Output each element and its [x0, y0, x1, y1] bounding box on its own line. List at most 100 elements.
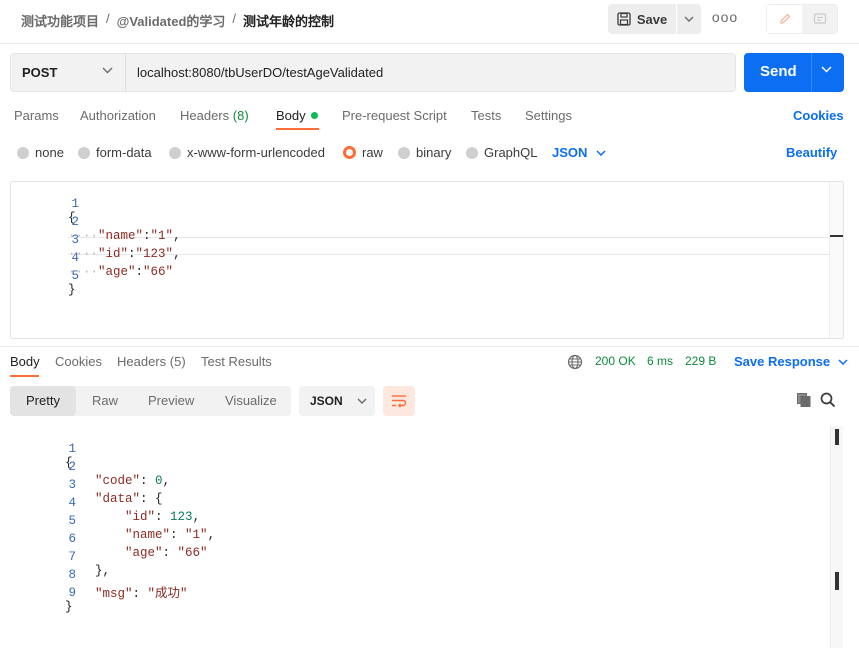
wrap-lines-button[interactable]	[383, 386, 415, 416]
status-code[interactable]: 200 OK	[595, 354, 636, 368]
tab-tests[interactable]: Tests	[471, 108, 501, 123]
line-number: 6	[68, 532, 77, 546]
radio-urlencoded[interactable]: x-www-form-urlencoded	[169, 145, 325, 160]
tab-test-results[interactable]: Test Results	[201, 354, 272, 369]
right-toolbar	[766, 4, 838, 34]
radio-raw-label: raw	[362, 145, 383, 160]
code-line: 4 ····"age":"66"	[11, 237, 173, 279]
save-options-button[interactable]	[677, 4, 701, 34]
vertical-scrollbar[interactable]	[830, 426, 843, 648]
response-size[interactable]: 229 B	[685, 354, 716, 368]
response-time[interactable]: 6 ms	[647, 354, 673, 368]
scrollbar-thumb-top[interactable]	[835, 429, 839, 445]
save-response-button[interactable]: Save Response	[734, 354, 848, 369]
url-input[interactable]: localhost:8080/tbUserDO/testAgeValidated	[125, 53, 736, 92]
response-divider[interactable]	[0, 346, 859, 347]
code-line: 1 {	[8, 428, 76, 470]
code-line: 9 }	[8, 572, 76, 614]
code-line: 4 "id": 123,	[8, 482, 201, 524]
code-line: 5 }	[11, 255, 79, 297]
line-number: 2	[71, 215, 80, 229]
send-divider	[811, 53, 812, 92]
request-body-editor[interactable]: 1 { 2 ····"name":"1", 3 ····"id":"123", …	[10, 181, 844, 339]
line-number: 5	[71, 269, 80, 283]
tab-pre-request-script[interactable]: Pre-request Script	[342, 108, 447, 123]
line-number: 7	[68, 550, 77, 564]
line-number: 4	[68, 496, 77, 510]
code-line: 3 ····"id":"123",	[11, 219, 181, 261]
tab-body[interactable]: Body	[276, 108, 318, 123]
chevron-down-icon	[102, 67, 113, 74]
edit-button[interactable]	[767, 5, 802, 33]
radio-circle	[17, 146, 29, 159]
language-select[interactable]: JSON	[552, 145, 606, 160]
vertical-scrollbar[interactable]	[829, 182, 843, 338]
view-visualize[interactable]: Visualize	[225, 393, 277, 408]
copy-icon[interactable]	[796, 392, 812, 408]
beautify-link[interactable]: Beautify	[786, 145, 837, 160]
line-number: 2	[68, 460, 77, 474]
more-actions-button[interactable]: ooo	[711, 9, 739, 29]
line-number: 1	[71, 197, 80, 211]
code-line: 2 "code": 0,	[8, 446, 171, 488]
chevron-down-icon	[357, 398, 367, 404]
radio-none[interactable]: none	[17, 145, 64, 160]
body-indicator-dot	[310, 112, 318, 119]
comments-button[interactable]	[802, 5, 837, 33]
radio-binary[interactable]: binary	[398, 145, 451, 160]
code-text: ····"age":"66"	[68, 265, 174, 279]
tab-body-label: Body	[276, 108, 306, 123]
scrollbar-thumb-bottom[interactable]	[835, 572, 839, 590]
wrap-lines-icon	[392, 395, 407, 408]
tab-settings[interactable]: Settings	[525, 108, 572, 123]
comment-icon	[813, 13, 826, 24]
response-format-select[interactable]: JSON	[299, 386, 375, 416]
search-icon[interactable]	[820, 392, 836, 408]
request-name[interactable]: 测试年龄的控制	[243, 11, 334, 30]
code-text: }	[68, 283, 76, 297]
view-raw[interactable]: Raw	[92, 393, 118, 408]
view-pretty[interactable]: Pretty	[26, 393, 60, 408]
radio-graphql[interactable]: GraphQL	[466, 145, 537, 160]
send-button[interactable]: Send	[744, 53, 844, 92]
code-text: "code": 0,	[95, 474, 171, 488]
radio-form-data-label: form-data	[96, 145, 152, 160]
tab-response-body[interactable]: Body	[10, 354, 40, 369]
cookies-link[interactable]: Cookies	[793, 108, 844, 123]
radio-binary-label: binary	[416, 145, 452, 160]
code-text: "msg": "成功"	[95, 587, 188, 601]
pencil-icon	[779, 13, 790, 24]
chevron-down-icon[interactable]	[821, 66, 832, 73]
radio-circle	[169, 146, 181, 159]
breadcrumb-folder[interactable]: @Validated的学习	[117, 11, 226, 30]
code-line: 6 "age": "66"	[8, 518, 208, 560]
code-text: ····"id":"123",	[68, 247, 181, 261]
breadcrumb-separator: /	[232, 11, 237, 26]
radio-raw[interactable]: raw	[343, 145, 383, 160]
tab-response-headers[interactable]: Headers (5)	[117, 354, 186, 369]
method-select[interactable]: POST	[10, 53, 126, 92]
radio-form-data[interactable]: form-data	[78, 145, 152, 160]
save-response-label: Save Response	[734, 354, 831, 369]
tab-headers[interactable]: Headers (8)	[180, 108, 249, 123]
save-icon	[617, 12, 631, 26]
code-line: 8 "msg": "成功"	[8, 554, 188, 601]
language-label: JSON	[552, 145, 588, 160]
tab-response-cookies[interactable]: Cookies	[55, 354, 102, 369]
code-line: 7 },	[8, 536, 111, 578]
view-preview[interactable]: Preview	[148, 393, 194, 408]
save-button[interactable]: Save	[608, 4, 676, 34]
chevron-down-icon	[596, 149, 606, 156]
scrollbar-thumb[interactable]	[830, 235, 843, 237]
globe-icon[interactable]	[567, 354, 583, 370]
breadcrumb-collection[interactable]: 测试功能项目	[21, 11, 99, 30]
save-label: Save	[636, 11, 668, 27]
tab-authorization[interactable]: Authorization	[80, 108, 156, 123]
code-text: }	[65, 600, 73, 614]
code-text: ····"name":"1",	[68, 229, 181, 243]
tab-params[interactable]: Params	[14, 108, 59, 123]
code-line: 1 {	[11, 183, 79, 225]
response-body-viewer[interactable]: 1 { 2 "code": 0, 3 "data": { 4 "id": 123…	[0, 426, 845, 656]
radio-graphql-label: GraphQL	[484, 145, 538, 160]
chevron-down-icon	[684, 16, 694, 22]
